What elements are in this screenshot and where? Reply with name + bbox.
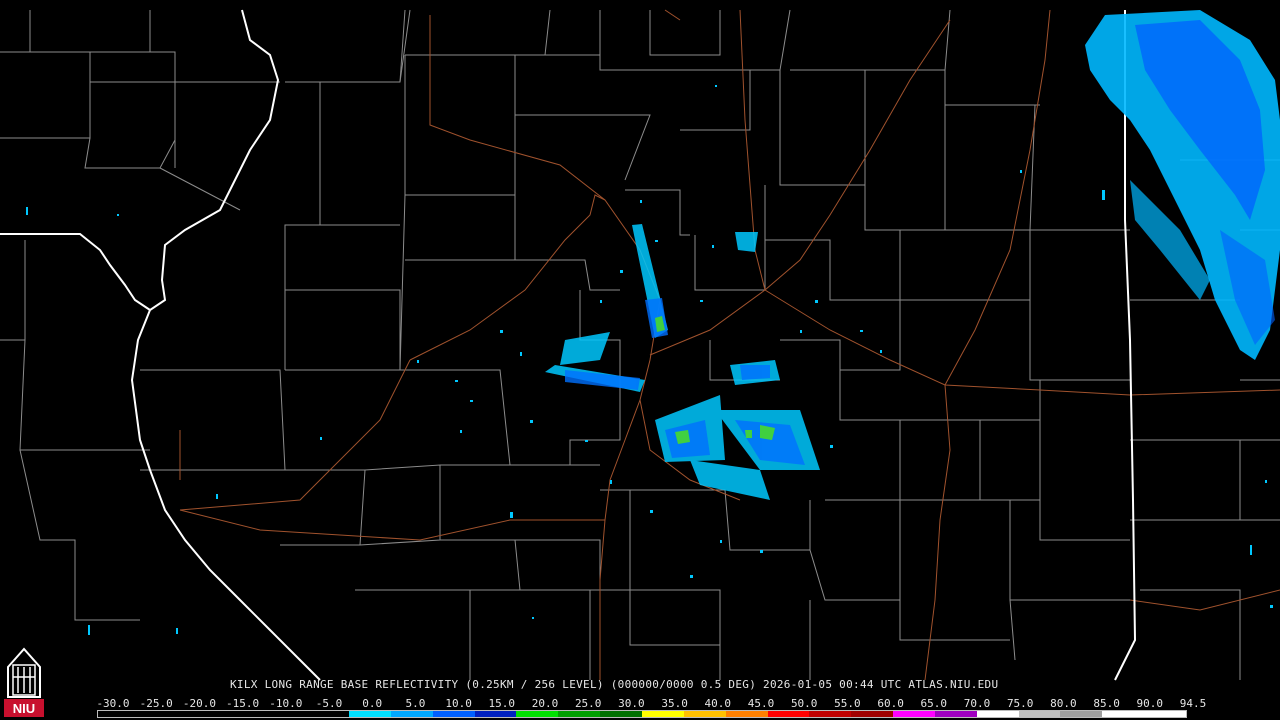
scale-label: 10.0 xyxy=(445,697,472,710)
colorbar-segment xyxy=(474,711,517,717)
scale-label: 65.0 xyxy=(920,697,948,710)
colorbar-segment xyxy=(516,711,559,717)
northeast-precip-band xyxy=(1085,10,1280,360)
logo-text: NIU xyxy=(13,701,35,716)
radar-echoes xyxy=(26,10,1280,635)
colorbar-segment xyxy=(893,711,935,717)
scale-label: -20.0 xyxy=(182,697,216,710)
scale-label: 90.0 xyxy=(1136,697,1164,710)
scale-label: 50.0 xyxy=(790,697,818,710)
colorbar-segment xyxy=(1060,711,1103,717)
colorbar-segment xyxy=(725,711,768,717)
colorbar-segment xyxy=(349,711,391,717)
colorbar-segment xyxy=(934,711,977,717)
scale-label: -5.0 xyxy=(315,697,343,710)
colorbar-segment xyxy=(600,711,642,717)
colorbar-segment xyxy=(139,711,182,717)
colorbar-segment xyxy=(851,711,894,717)
colorbar-segment xyxy=(641,711,684,717)
colorbar-segment xyxy=(432,711,475,717)
radar-map xyxy=(0,9,1280,681)
colorbar-segment xyxy=(1144,711,1186,717)
scale-label: 60.0 xyxy=(877,697,904,710)
scale-label: 70.0 xyxy=(963,697,991,710)
scale-label: -10.0 xyxy=(269,697,303,710)
scale-label: 55.0 xyxy=(834,697,861,710)
colorbar-segment xyxy=(767,711,810,717)
scale-label: -25.0 xyxy=(139,697,173,710)
scale-label: 15.0 xyxy=(488,697,516,710)
colorbar-segment xyxy=(558,711,601,717)
scale-label: 80.0 xyxy=(1050,697,1077,710)
scale-label: -15.0 xyxy=(226,697,260,710)
scale-label: 30.0 xyxy=(618,697,645,710)
reflectivity-colorbar xyxy=(97,710,1187,718)
scale-label: 75.0 xyxy=(1006,697,1034,710)
colorbar-segment xyxy=(1102,711,1145,717)
scale-label: 85.0 xyxy=(1093,697,1120,710)
scale-label: -30.0 xyxy=(96,697,130,710)
colorbar-segment xyxy=(976,711,1019,717)
scale-label: 45.0 xyxy=(747,697,775,710)
scale-label: 0.0 xyxy=(362,697,383,710)
colorbar-segment xyxy=(809,711,852,717)
scale-label: 40.0 xyxy=(704,697,732,710)
colorbar-segment xyxy=(181,711,224,717)
niu-logo: NIU xyxy=(2,645,46,719)
scale-label: 25.0 xyxy=(574,697,602,710)
colorbar-segment xyxy=(98,711,140,717)
colorbar-segment xyxy=(683,711,726,717)
county-borders xyxy=(0,9,1280,680)
scale-label: 94.5 xyxy=(1179,697,1207,710)
product-title: KILX LONG RANGE BASE REFLECTIVITY (0.25K… xyxy=(230,678,999,691)
colorbar-segment xyxy=(265,711,308,717)
colorbar-segment xyxy=(1018,711,1061,717)
colorbar-segment xyxy=(390,711,433,717)
colorbar-segment xyxy=(223,711,266,717)
scale-label: 20.0 xyxy=(531,697,559,710)
reflectivity-scale-labels: -30.0 -25.0 -20.0 -15.0 -10.0 -5.0 0.0 5.0 10.0 1… xyxy=(95,697,1206,710)
scale-label: 35.0 xyxy=(661,697,688,710)
scale-label: 5.0 xyxy=(405,697,426,710)
highways xyxy=(179,9,1280,681)
colorbar-segment xyxy=(307,711,350,717)
